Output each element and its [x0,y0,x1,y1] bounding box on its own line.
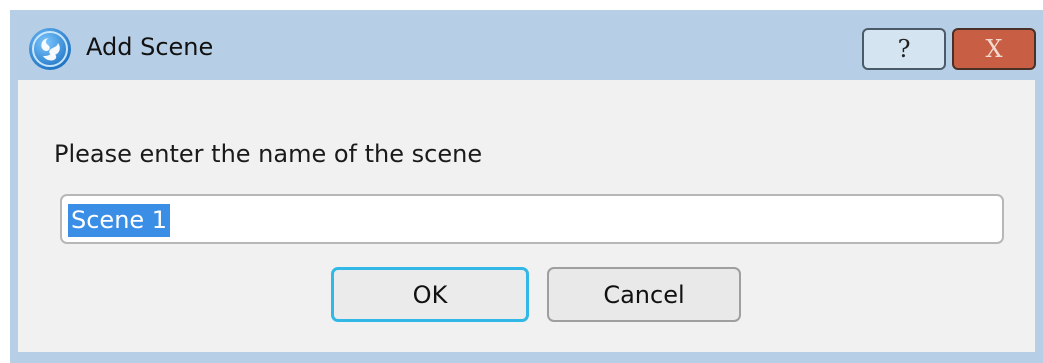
window-title: Add Scene [86,33,214,61]
add-scene-dialog: Add Scene ? X Please enter the name of t… [10,10,1043,363]
cancel-button[interactable]: Cancel [547,267,741,322]
selected-scene-name-text[interactable]: Scene 1 [68,204,171,237]
scene-name-input[interactable]: Scene 1 [60,194,1004,244]
close-button[interactable]: X [952,28,1036,70]
ok-button[interactable]: OK [331,267,529,322]
help-icon: ? [897,35,911,63]
title-bar[interactable]: Add Scene ? X [10,10,1043,80]
help-button[interactable]: ? [862,28,946,70]
dialog-content: Please enter the name of the scene Scene… [18,80,1035,352]
scene-name-prompt: Please enter the name of the scene [54,140,483,168]
obs-logo-icon [29,28,71,70]
close-icon: X [985,35,1003,63]
